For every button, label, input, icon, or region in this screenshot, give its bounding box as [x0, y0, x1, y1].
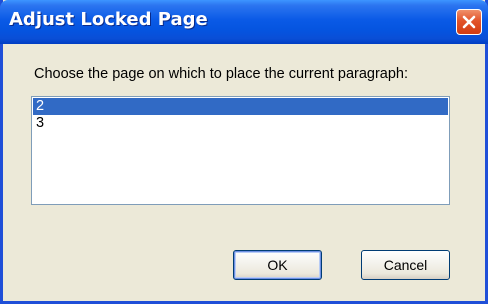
dialog-title: Adjust Locked Page — [9, 9, 208, 30]
title-bar[interactable]: Adjust Locked Page — [0, 0, 488, 44]
cancel-button[interactable]: Cancel — [361, 250, 450, 280]
list-item-page-3[interactable]: 3 — [33, 115, 448, 132]
dialog-window: Adjust Locked Page Choose the page on wh… — [0, 0, 488, 304]
close-icon — [462, 15, 476, 29]
close-button[interactable] — [456, 9, 482, 35]
ok-button[interactable]: OK — [233, 250, 322, 280]
page-listbox[interactable]: 2 3 — [31, 96, 450, 205]
list-item-page-2[interactable]: 2 — [33, 98, 448, 115]
instruction-label: Choose the page on which to place the cu… — [34, 66, 409, 82]
